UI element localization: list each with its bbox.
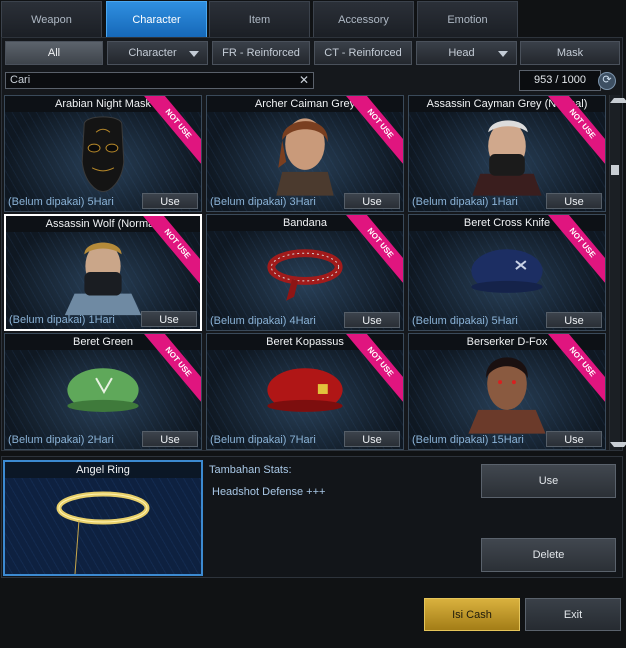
filter-character-label: Character: [128, 47, 177, 59]
item-duration: (Belum dipakai) 3Hari: [210, 196, 316, 208]
item-card[interactable]: Archer Caiman Grey NOT USE (Belum dipaka…: [206, 95, 404, 212]
filter-ct-reinforced-button[interactable]: CT - Reinforced: [314, 41, 412, 65]
item-card[interactable]: Assassin Cayman Grey (Normal) NOT USE (B…: [408, 95, 606, 212]
refresh-icon[interactable]: ⟳: [598, 72, 616, 90]
item-card[interactable]: Berserker D-Fox NOT USE (Belum dipakai) …: [408, 333, 606, 450]
use-button[interactable]: Use: [546, 312, 602, 328]
item-card[interactable]: Bandana NOT USE (Belum dipakai) 4Hari Us…: [206, 214, 404, 331]
filter-character-dropdown[interactable]: Character: [107, 41, 208, 65]
tab-item[interactable]: Item: [209, 1, 310, 37]
use-button[interactable]: Use: [142, 193, 198, 209]
exit-button[interactable]: Exit: [525, 598, 621, 631]
item-duration: (Belum dipakai) 15Hari: [412, 434, 524, 446]
filter-fr-reinforced-button[interactable]: FR - Reinforced: [212, 41, 310, 65]
item-card[interactable]: Beret Green NOT USE (Belum dipakai) 2Har…: [4, 333, 202, 450]
chevron-up-icon[interactable]: [610, 98, 626, 103]
use-button[interactable]: Use: [344, 431, 400, 447]
item-duration: (Belum dipakai) 1Hari: [9, 314, 115, 326]
chevron-down-icon[interactable]: [610, 442, 626, 447]
item-duration: (Belum dipakai) 5Hari: [412, 315, 518, 327]
use-button-main[interactable]: Use: [481, 464, 616, 498]
filter-all-button[interactable]: All: [5, 41, 103, 65]
halo-image: [56, 491, 150, 574]
use-button[interactable]: Use: [546, 431, 602, 447]
filter-head-label: Head: [448, 47, 475, 59]
scrollbar[interactable]: [609, 95, 626, 450]
preview-card: Angel Ring: [3, 460, 203, 576]
item-card[interactable]: Beret Kopassus NOT USE (Belum dipakai) 7…: [206, 333, 404, 450]
tab-character[interactable]: Character: [106, 1, 207, 37]
item-duration: (Belum dipakai) 5Hari: [8, 196, 114, 208]
use-button[interactable]: Use: [546, 193, 602, 209]
stats-value: Headshot Defense +++: [212, 486, 326, 498]
chevron-down-icon: [498, 51, 508, 57]
tab-weapon[interactable]: Weapon: [1, 1, 102, 37]
stats-title: Tambahan Stats:: [209, 464, 292, 476]
use-button[interactable]: Use: [344, 312, 400, 328]
tab-accessory[interactable]: Accessory: [313, 1, 414, 37]
isi-cash-button[interactable]: Isi Cash: [424, 598, 520, 631]
delete-button[interactable]: Delete: [481, 538, 616, 572]
chevron-down-icon: [189, 51, 199, 57]
item-card[interactable]: Arabian Night Mask NOT USE (Belum dipaka…: [4, 95, 202, 212]
search-value: Cari: [10, 74, 31, 86]
item-duration: (Belum dipakai) 7Hari: [210, 434, 316, 446]
item-card-selected[interactable]: Assassin Wolf (Normal) NOT USE (Belum di…: [4, 214, 202, 331]
item-card[interactable]: Beret Cross Knife NOT USE (Belum dipakai…: [408, 214, 606, 331]
inventory-counter: 953 / 1000: [519, 70, 601, 91]
use-button[interactable]: Use: [344, 193, 400, 209]
item-duration: (Belum dipakai) 2Hari: [8, 434, 114, 446]
close-icon[interactable]: ✕: [299, 73, 309, 88]
scrollbar-thumb[interactable]: [611, 165, 619, 175]
use-button[interactable]: Use: [141, 311, 197, 327]
filter-head-dropdown[interactable]: Head: [416, 41, 517, 65]
search-input[interactable]: Cari ✕: [5, 72, 314, 89]
tab-emotion[interactable]: Emotion: [417, 1, 518, 37]
item-duration: (Belum dipakai) 1Hari: [412, 196, 518, 208]
item-duration: (Belum dipakai) 4Hari: [210, 315, 316, 327]
filter-mask-button[interactable]: Mask: [520, 41, 620, 65]
use-button[interactable]: Use: [142, 431, 198, 447]
preview-name: Angel Ring: [5, 462, 201, 478]
